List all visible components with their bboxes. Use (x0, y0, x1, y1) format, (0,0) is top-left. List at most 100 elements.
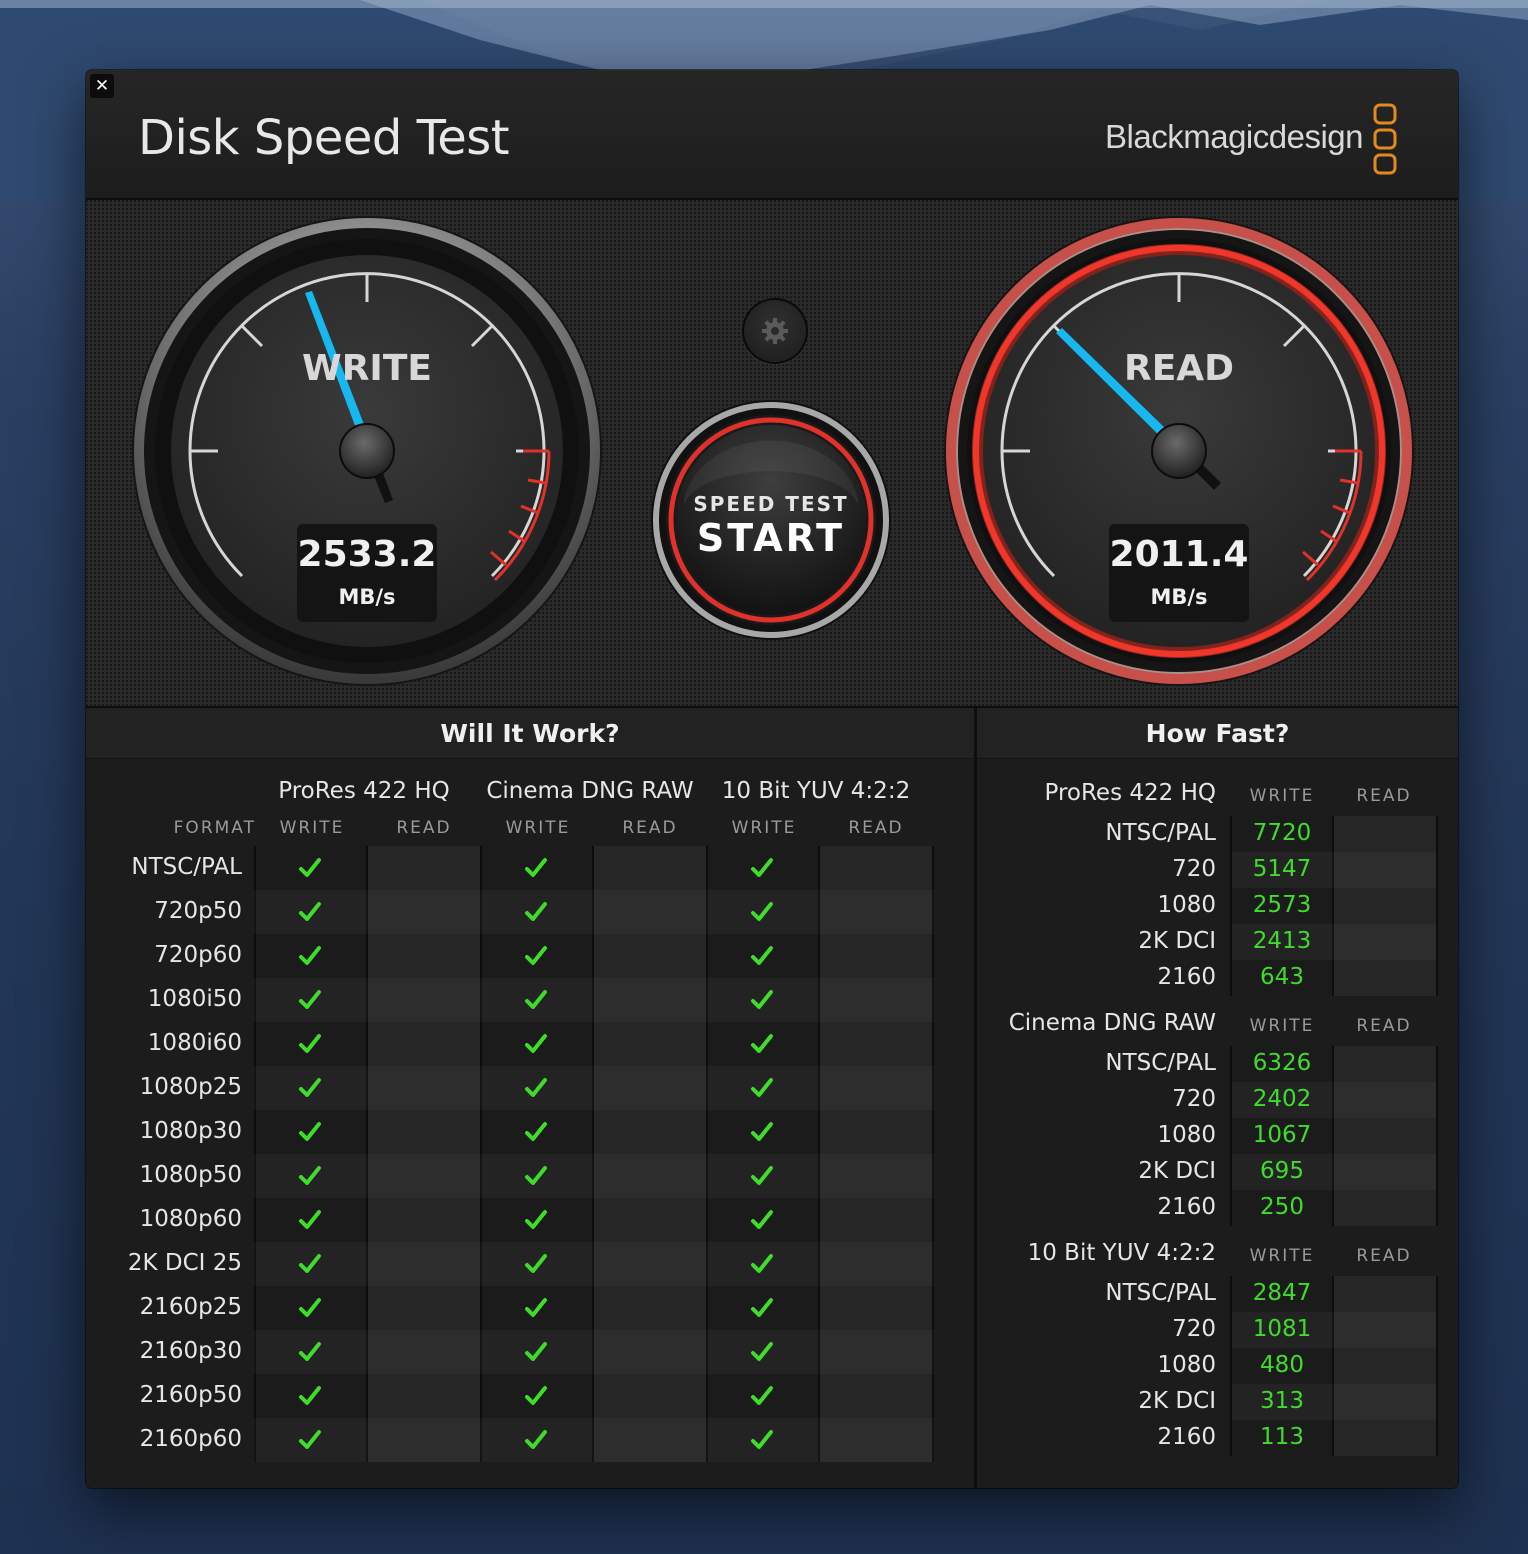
checkmark-icon (751, 1342, 773, 1361)
checkmark-icon (751, 1166, 773, 1185)
how-fast-write-value: 695 (1260, 1158, 1304, 1184)
how-fast-read-header: READ (1356, 786, 1412, 806)
gear-icon (762, 318, 788, 344)
checkmark-icon (751, 1210, 773, 1229)
how-fast-read-header: READ (1356, 1246, 1412, 1266)
how-fast-write-value: 5147 (1252, 856, 1312, 882)
read-gauge (944, 216, 1414, 686)
how-fast-group-title: 10 Bit YUV 4:2:2 (1027, 1240, 1216, 1266)
how-fast-row-label: NTSC/PAL (1105, 820, 1216, 846)
disk-speed-test-window: Disk Speed Test Blackmagicdesign ✕ WRITE… (86, 70, 1458, 1488)
format-row-label: 2K DCI 25 (127, 1250, 242, 1276)
group-header-yuv: 10 Bit YUV 4:2:2 (721, 778, 911, 804)
checkmark-icon (751, 1034, 773, 1053)
app-title: Disk Speed Test (138, 110, 510, 166)
prores-write-header: WRITE (279, 818, 345, 838)
checkmark-icon (299, 946, 321, 965)
checkmark-icon (525, 1078, 547, 1097)
row-stripe (254, 1418, 934, 1462)
row-stripe (254, 978, 934, 1022)
write-gauge-unit: MB/s (338, 585, 396, 609)
group-header-cinema-dng: Cinema DNG RAW (486, 778, 694, 804)
format-row-label: 720p60 (154, 942, 242, 968)
checkmark-icon (299, 990, 321, 1009)
format-row-label: 1080i60 (147, 1030, 242, 1056)
checkmark-icon (525, 1298, 547, 1317)
checkmark-icon (525, 990, 547, 1009)
settings-button[interactable] (742, 298, 808, 364)
checkmark-icon (525, 1122, 547, 1141)
how-fast-row-label: 2160 (1157, 1424, 1216, 1450)
checkmark-icon (299, 1166, 321, 1185)
yuv-read-header: READ (848, 818, 904, 838)
how-fast-write-value: 313 (1260, 1388, 1304, 1414)
checkmark-icon (299, 1430, 321, 1449)
write-gauge-title: WRITE (302, 348, 432, 389)
checkmark-icon (299, 858, 321, 877)
how-fast-group-title: ProRes 422 HQ (1044, 780, 1217, 806)
checkmark-icon (525, 946, 547, 965)
format-row-label: 2160p30 (139, 1338, 242, 1364)
how-fast-read-col (1332, 1046, 1438, 1226)
format-row-label: 2160p60 (139, 1426, 242, 1452)
how-fast-write-value: 2573 (1252, 892, 1312, 918)
checkmark-icon (299, 1210, 321, 1229)
checkmark-icon (299, 1386, 321, 1405)
how-fast-write-value: 2402 (1252, 1086, 1312, 1112)
how-fast-row-label: NTSC/PAL (1105, 1280, 1216, 1306)
read-gauge-unit: MB/s (1150, 585, 1208, 609)
checkmark-icon (525, 1254, 547, 1273)
format-row-label: NTSC/PAL (131, 854, 242, 880)
format-row-label: 2160p50 (139, 1382, 242, 1408)
how-fast-write-value: 113 (1260, 1424, 1304, 1450)
how-fast-row-label: 720 (1172, 1086, 1216, 1112)
format-row-label: 1080p30 (139, 1118, 242, 1144)
format-row-label: 720p50 (154, 898, 242, 924)
how-fast-read-col (1332, 816, 1438, 996)
checkmark-icon (525, 1166, 547, 1185)
format-row-label: 1080p50 (139, 1162, 242, 1188)
how-fast-write-value: 2847 (1252, 1280, 1312, 1306)
start-button-top-label: SPEED TEST (693, 492, 849, 516)
checkmark-icon (299, 1254, 321, 1273)
how-fast-write-header: WRITE (1249, 786, 1315, 806)
row-stripe (254, 1066, 934, 1110)
how-fast-read-header: READ (1356, 1016, 1412, 1036)
how-fast-write-value: 1081 (1252, 1316, 1312, 1342)
how-fast-group-title: Cinema DNG RAW (1008, 1010, 1216, 1036)
section-divider (974, 708, 977, 1488)
cinema-write-header: WRITE (505, 818, 571, 838)
checkmark-icon (299, 1078, 321, 1097)
checkmark-icon (751, 1078, 773, 1097)
checkmark-icon (751, 1298, 773, 1317)
close-button[interactable]: ✕ (90, 74, 114, 98)
checkmark-icon (751, 902, 773, 921)
yuv-write-header: WRITE (731, 818, 797, 838)
start-button-label: START (696, 516, 846, 560)
checkmark-icon (751, 1386, 773, 1405)
how-fast-row-label: 2K DCI (1138, 928, 1216, 954)
blackmagic-logo-icon (1373, 103, 1397, 175)
checkmark-icon (751, 1254, 773, 1273)
how-fast-row-label: 1080 (1157, 1122, 1216, 1148)
how-fast-write-value: 1067 (1252, 1122, 1312, 1148)
how-fast-write-value: 6326 (1252, 1050, 1312, 1076)
checkmark-icon (525, 902, 547, 921)
will-it-work-heading: Will It Work? (86, 708, 974, 759)
how-fast-row-label: 1080 (1157, 1352, 1216, 1378)
row-stripe (254, 890, 934, 934)
how-fast-row-label: 2K DCI (1138, 1388, 1216, 1414)
checkmark-icon (299, 1342, 321, 1361)
close-icon: ✕ (94, 76, 110, 96)
how-fast-row-label: 720 (1172, 1316, 1216, 1342)
format-row-label: 1080p25 (139, 1074, 242, 1100)
how-fast-write-header: WRITE (1249, 1016, 1315, 1036)
brand-name: Blackmagicdesign (1105, 118, 1363, 155)
checkmark-icon (525, 1342, 547, 1361)
format-row-label: 2160p25 (139, 1294, 242, 1320)
how-fast-row-label: NTSC/PAL (1105, 1050, 1216, 1076)
group-header-prores: ProRes 422 HQ (278, 778, 450, 804)
how-fast-read-col (1332, 1276, 1438, 1456)
checkmark-icon (525, 1210, 547, 1229)
checkmark-icon (299, 902, 321, 921)
